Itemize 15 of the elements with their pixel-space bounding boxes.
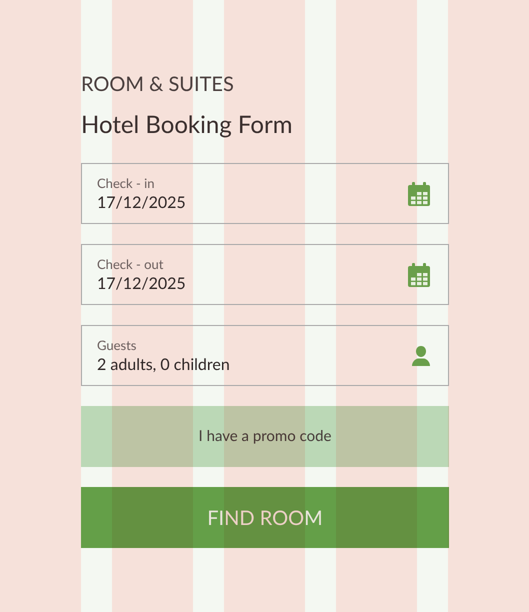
field-value: 2 adults, 0 children [97, 354, 231, 376]
form-field[interactable]: Check - in 17/12/2025 [81, 163, 449, 224]
section-eyebrow: ROOM & SUITES [81, 71, 235, 98]
person-icon [412, 346, 430, 366]
form-field[interactable]: Check - out 17/12/2025 [81, 244, 449, 305]
promo-code-button[interactable]: I have a promo code [81, 406, 449, 467]
field-label: Check - out [97, 254, 164, 272]
field-label: Check - in [97, 174, 156, 192]
form-title: Hotel Booking Form [81, 110, 294, 140]
field-value: 17/12/2025 [97, 192, 187, 214]
form-field[interactable]: Guests 2 adults, 0 children [81, 325, 449, 386]
field-value: 17/12/2025 [97, 272, 187, 294]
field-label: Guests [97, 336, 138, 354]
calendar-icon [408, 262, 430, 286]
calendar-icon [408, 182, 430, 206]
